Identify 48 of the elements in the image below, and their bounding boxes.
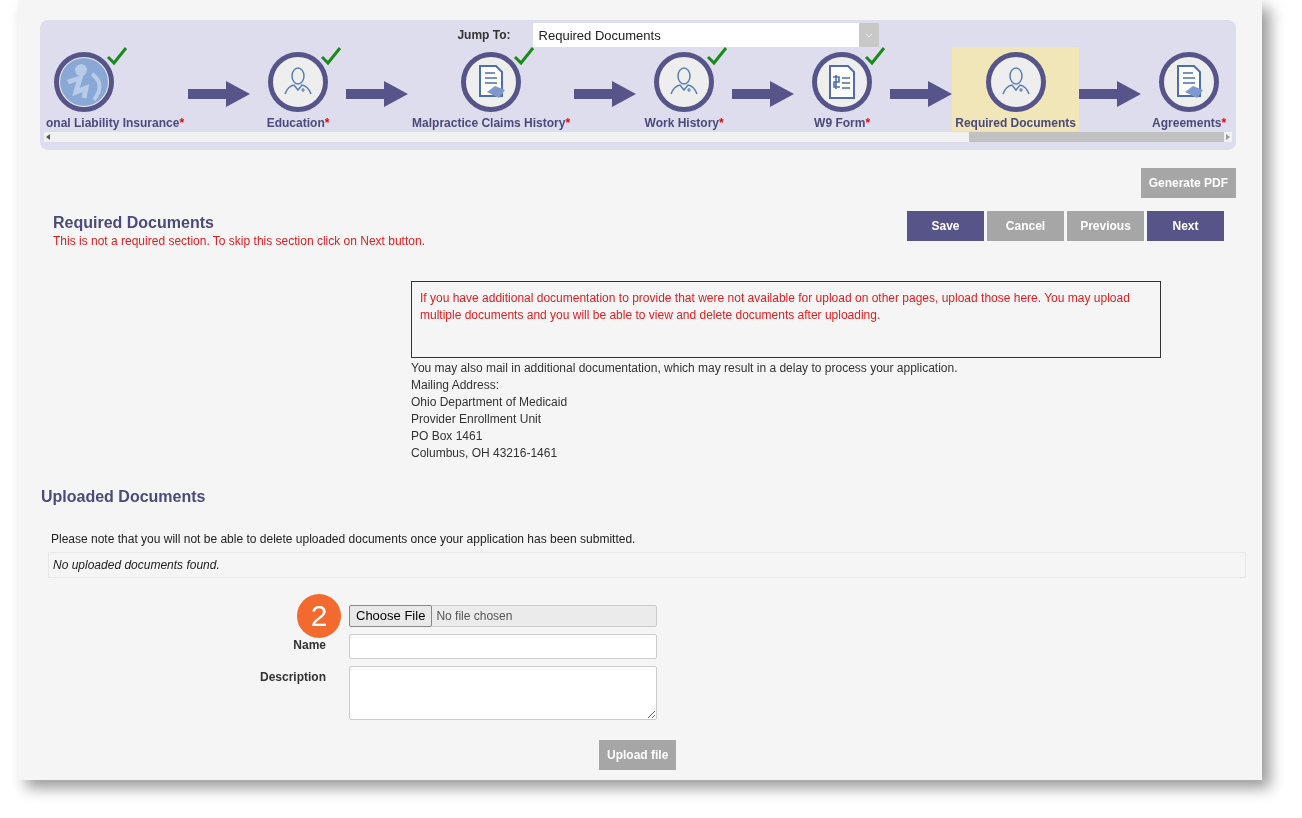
scroll-right-icon[interactable] [1224,133,1232,141]
uploaded-documents-note: Please note that you will not be able to delete uploaded documents once your application has been submitted. [51,532,637,546]
scrollbar[interactable] [44,132,1232,142]
progress-step[interactable]: W9 Form* [794,47,891,131]
file-status-text: No file chosen [436,609,513,623]
progress-step[interactable]: Malpractice Claims History* [408,47,575,131]
field-label: Name [292,637,326,652]
primary-button[interactable]: Save [907,211,984,241]
empty-documents-row: No uploaded documents found. [48,552,1246,578]
progress-step[interactable]: Required Documents [952,47,1080,131]
step-label: Required Documents [955,116,1076,130]
jump-to-label: Jump To: [457,28,511,42]
description-input-field[interactable] [349,666,657,720]
arrow-icon [890,81,953,107]
progress-step[interactable]: Agreements* [1141,47,1236,131]
field-label: Description [259,669,326,684]
jump-to-dropdown[interactable]: Required Documents [532,23,879,47]
progress-step[interactable]: Education* [250,47,347,131]
step-label: onal Liability Insurance* [46,116,185,130]
progress-step[interactable]: onal Liability Insurance* [42,47,189,131]
mailing-info-line: Mailing Address: [411,377,501,394]
arrow-icon [574,81,637,107]
mailing-info-line: Ohio Department of Medicaid [411,394,569,411]
choose-file-button[interactable]: Choose File [349,604,433,627]
mailing-info-line: Provider Enrollment Unit [411,411,543,428]
name-input-field[interactable] [349,634,657,659]
progress-step[interactable]: Work History* [636,47,733,131]
arrow-icon [732,81,795,107]
arrow-icon [1079,81,1142,107]
step-icon [54,52,114,112]
mailing-info-line: PO Box 1461 [411,428,484,445]
step-label: Education* [266,116,330,130]
step-label: Agreements* [1152,116,1227,130]
mailing-info-line: You may also mail in additional documentation, which may result in a delay to process your application. [411,360,959,377]
arrow-icon [346,81,409,107]
step-label: Malpractice Claims History* [412,116,571,130]
primary-button[interactable]: Next [1147,211,1224,241]
section-note: This is not a required section. To skip this section click on Next button. [53,234,425,248]
uploaded-documents-title: Uploaded Documents [41,488,207,506]
arrow-icon [188,81,251,107]
scroll-left-icon[interactable] [44,133,52,141]
section-title: Required Documents [53,214,215,232]
notice-box: If you have additional documentation to provide that were not available for upload on other pages, upload those here. You may upload multiple documents and you will be able to view and delete documents after uploading. [411,281,1161,358]
mailing-info-line: Columbus, OH 43216-1461 [411,445,559,462]
step-label: Work History* [644,116,724,130]
step-label: W9 Form* [814,116,871,130]
chevron-down-icon [864,32,873,38]
step-number-badge: 2 [297,594,341,638]
